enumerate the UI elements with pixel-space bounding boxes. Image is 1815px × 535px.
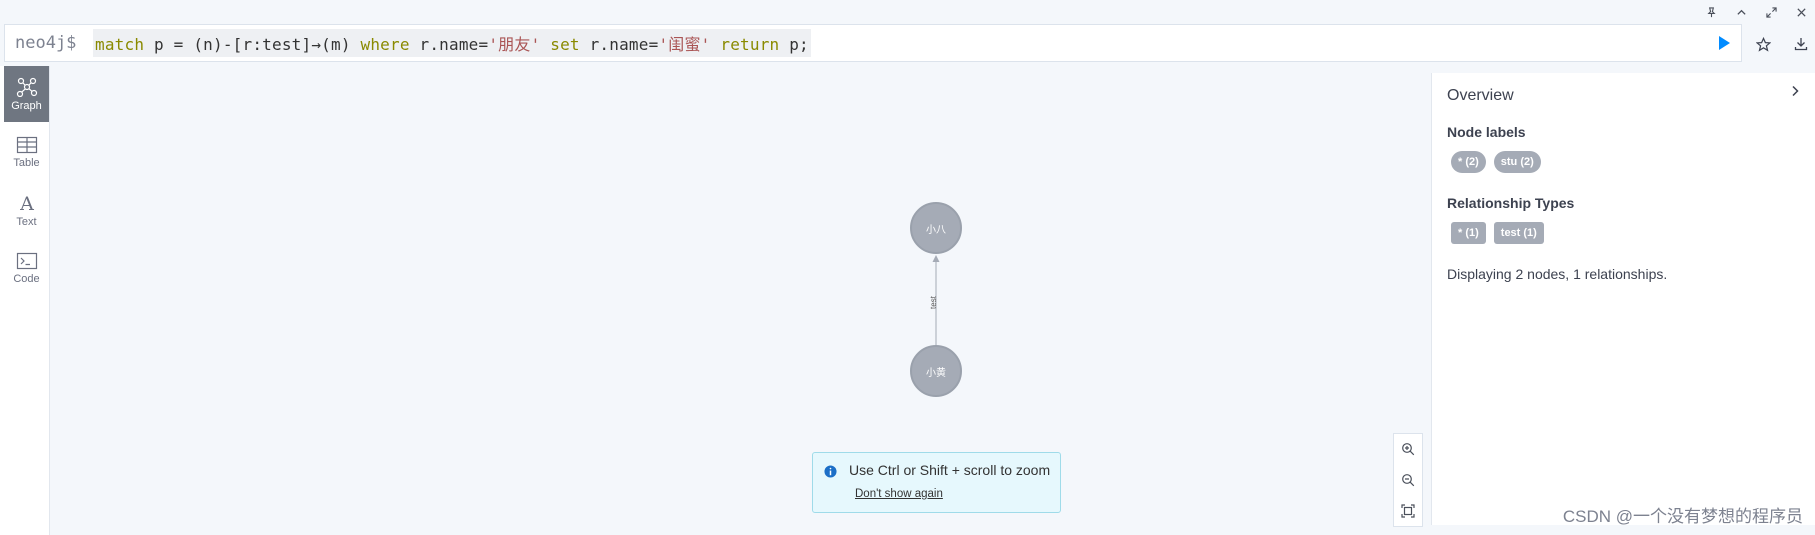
pin-icon[interactable] xyxy=(1701,4,1721,20)
overview-summary: Displaying 2 nodes, 1 relationships. xyxy=(1447,266,1668,282)
dont-show-again-link[interactable]: Don't show again xyxy=(855,488,943,500)
query-token: where xyxy=(360,35,410,54)
zoom-out-icon[interactable] xyxy=(1398,470,1418,490)
download-icon[interactable] xyxy=(1791,34,1811,54)
sidebar-item-graph[interactable]: Graph xyxy=(4,66,49,122)
relationship-label: test xyxy=(928,296,938,309)
sidebar-item-label: Table xyxy=(13,156,40,169)
relationship-type-pill[interactable]: * (1) xyxy=(1451,222,1486,244)
sidebar-item-text[interactable]: A Text xyxy=(4,182,49,238)
chevron-up-icon[interactable] xyxy=(1731,4,1751,20)
node-labels-heading: Node labels xyxy=(1447,124,1526,140)
query-editor[interactable]: neo4j$ match p = (n)-[r:test]→(m) where … xyxy=(4,24,1742,62)
window-controls xyxy=(1701,4,1811,20)
zoom-controls xyxy=(1393,433,1423,527)
query-token: set xyxy=(550,35,580,54)
query-token xyxy=(711,35,721,54)
node-label-pill[interactable]: stu (2) xyxy=(1493,151,1541,173)
star-icon[interactable] xyxy=(1753,34,1773,54)
zoom-in-icon[interactable] xyxy=(1398,439,1418,459)
code-icon xyxy=(16,252,37,269)
toast-message: Use Ctrl or Shift + scroll to zoom xyxy=(849,462,1051,478)
svg-text:A: A xyxy=(19,193,34,213)
relationship-types-heading: Relationship Types xyxy=(1447,195,1575,211)
relationship-type-pill[interactable]: test (1) xyxy=(1493,222,1544,244)
node-label: 小黄 xyxy=(926,367,946,379)
query-token: p = (n)-[r:test]→(m) xyxy=(144,35,361,54)
query-token: '朋友' xyxy=(488,35,541,54)
graph-canvas[interactable]: 小八 test 小黄 xyxy=(50,66,1430,535)
query-text[interactable]: match p = (n)-[r:test]→(m) where r.name=… xyxy=(93,29,811,57)
query-token: p; xyxy=(779,35,809,54)
sidebar-item-code[interactable]: Code xyxy=(4,240,49,296)
expand-icon[interactable] xyxy=(1761,4,1781,20)
editor-side-actions xyxy=(1753,34,1811,54)
query-token: '闺蜜' xyxy=(658,35,711,54)
graph-node[interactable]: 小黄 xyxy=(910,345,962,397)
graph-node[interactable]: 小八 xyxy=(910,202,962,254)
csdn-watermark: CSDN @一个没有梦想的程序员 xyxy=(1562,507,1803,526)
text-icon: A xyxy=(19,193,34,213)
sidebar-item-table[interactable]: Table xyxy=(4,124,49,180)
relationship-types-list: * (1) test (1) xyxy=(1451,222,1544,244)
close-icon[interactable] xyxy=(1791,4,1811,20)
query-token: match xyxy=(95,35,145,54)
collapse-chevron-right-icon[interactable] xyxy=(1785,81,1805,101)
node-labels-list: * (2) stu (2) xyxy=(1451,151,1541,173)
sidebar-item-label: Code xyxy=(13,272,40,285)
zoom-hint-toast: Use Ctrl or Shift + scroll to zoom Don't… xyxy=(812,452,1061,513)
node-label: 小八 xyxy=(926,224,946,236)
run-query-button[interactable] xyxy=(1715,34,1733,52)
query-token: r.name= xyxy=(579,35,659,54)
query-token: return xyxy=(720,35,780,54)
query-token xyxy=(540,35,550,54)
editor-prompt: neo4j$ xyxy=(15,33,77,53)
graph-icon xyxy=(16,77,37,97)
fit-to-screen-icon[interactable] xyxy=(1398,501,1418,521)
info-icon xyxy=(824,465,837,478)
query-token: r.name= xyxy=(409,35,489,54)
view-sidebar: Graph Table A Text Code xyxy=(0,66,50,535)
table-icon xyxy=(16,136,37,153)
sidebar-item-label: Graph xyxy=(11,99,42,112)
overview-title: Overview xyxy=(1447,87,1514,104)
node-label-pill[interactable]: * (2) xyxy=(1451,151,1486,173)
sidebar-item-label: Text xyxy=(16,215,37,228)
overview-panel: Overview Node labels * (2) stu (2) Relat… xyxy=(1431,73,1815,525)
